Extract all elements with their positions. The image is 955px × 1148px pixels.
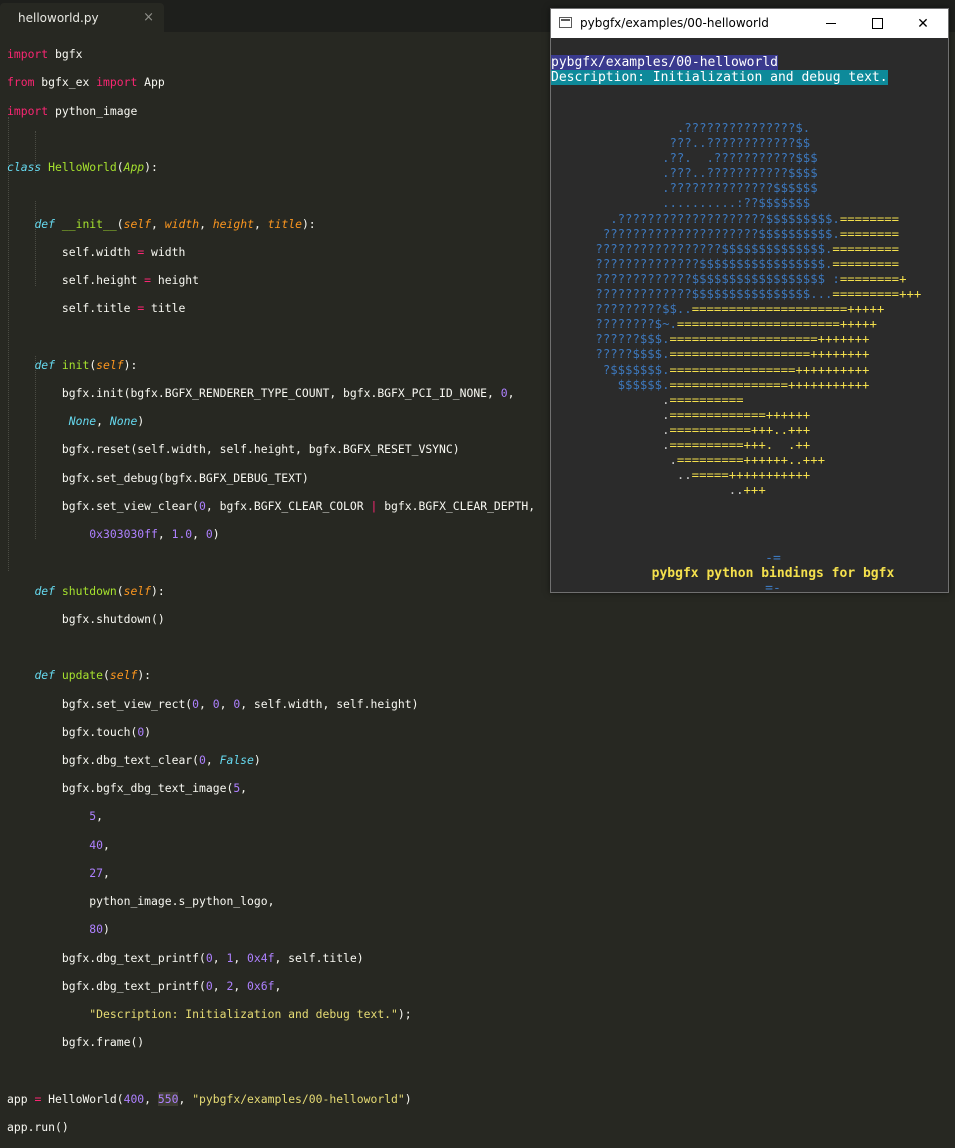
code-line-17: bgfx.set_view_clear(0, bgfx.BGFX_CLEAR_C… [7,498,536,513]
code-line-25: bgfx.touch(0) [7,724,152,739]
close-button[interactable]: ✕ [900,9,946,38]
code-line-35: "Description: Initialization and debug t… [89,1007,412,1022]
logo-row: ?????$$$$.===================++++++++ [595,347,870,362]
logo-row: .==========+++. .++ [662,437,811,452]
footer-right-deco: =- [765,581,781,597]
tab-helloworld-py[interactable]: helloworld.py × [0,3,164,32]
logo-row: .????????????????????$$$$$$$$$.======== [610,211,900,226]
code-line-33: bgfx.dbg_text_printf(0, 1, 0x4f, self.ti… [7,950,364,965]
logo-row: ?????????????$$$$$$$$$$$$$$$$...========… [595,287,922,302]
code-line-30: 27, [89,865,110,880]
logo-row: ..=====+++++++++++ [676,468,811,483]
code-editor[interactable]: import bgfx from bgfx_ex import App impo… [7,33,547,1134]
code-line-32: 80) [89,922,110,937]
logo-row: ??????$$$.====================+++++++ [595,332,870,347]
footer-left-deco: -= [765,551,781,567]
code-line-10: self.title = title [7,301,186,316]
code-line-34: bgfx.dbg_text_printf(0, 2, 0x6f, [7,978,282,993]
code-line-24: bgfx.set_view_rect(0, 0, 0, self.width, … [7,696,419,711]
window-title: pybgfx/examples/00-helloworld [580,16,769,30]
code-line-12: def init(self): [34,357,138,372]
logo-row: ?????????????????????$$$$$$$$$$.======== [602,226,900,241]
logo-row: ??????????????$$$$$$$$$$$$$$$$$.========… [595,256,900,271]
code-line-29: 40, [89,837,110,852]
code-line-14: None, None) [68,414,145,429]
code-line-15: bgfx.reset(self.width, self.height, bgfx… [7,442,460,457]
maximize-icon [871,18,883,29]
logo-row: .???..???????????$$$$ [662,166,818,181]
code-line-38: app = HelloWorld(400, 550, "pybgfx/examp… [7,1091,412,1106]
debug-title-text: pybgfx/examples/00-helloworld [551,55,778,70]
code-line-1: import bgfx [7,47,83,62]
logo-row: .========== [662,392,744,407]
code-line-3: import python_image [7,103,138,118]
logo-row: $$$$$$.================+++++++++++ [617,377,870,392]
minimize-button[interactable] [808,9,854,38]
logo-row: .??. .???????????$$$ [662,151,818,166]
logo-row: .=============++++++ [662,407,811,422]
code-line-39: app.run() [7,1120,69,1135]
code-line-13: bgfx.init(bgfx.BGFX_RENDERER_TYPE_COUNT,… [7,385,515,400]
logo-row: ???..????????????$$ [669,136,811,151]
code-line-16: bgfx.set_debug(bgfx.BGFX_DEBUG_TEXT) [7,470,309,485]
logo-row: ..+++ [728,483,766,498]
logo-row: .??????????????$$$$$$ [662,181,818,196]
code-line-9: self.height = height [7,273,200,287]
logo-row: .===========+++..+++ [662,422,811,437]
code-line-31: python_image.s_python_logo, [7,894,275,909]
maximize-button[interactable] [854,9,900,38]
code-line-18: 0x303030ff, 1.0, 0) [89,527,220,542]
logo-row: ?????????$$..=====================+++++ [595,302,885,317]
code-line-28: 5, [89,809,104,824]
code-line-2: from bgfx_ex import App [7,75,165,90]
debug-description-text: Description: Initialization and debug te… [551,70,888,85]
logo-row: ?????????????????$$$$$$$$$$$$$$.========… [595,241,900,256]
app-window[interactable]: pybgfx/examples/00-helloworld ✕ pybgfx/e… [550,8,949,596]
footer-text: pybgfx python bindings for bgfx [651,566,895,582]
close-icon: ✕ [917,15,929,32]
code-line-36: bgfx.frame() [7,1035,145,1050]
code-line-8: self.width = width [7,244,186,259]
code-line-7: def __init__(self, width, height, title)… [34,216,316,231]
close-icon[interactable]: × [143,11,154,24]
minimize-icon [826,23,836,24]
logo-row: ?$$$$$$$.=================++++++++++ [602,362,870,377]
logo-row: ?????????????$$$$$$$$$$$$$$$$$$ :=======… [595,271,907,286]
code-line-27: bgfx.bgfx_dbg_text_image(5, [7,781,248,796]
code-line-23: def update(self): [34,668,152,683]
window-titlebar[interactable]: pybgfx/examples/00-helloworld ✕ [551,9,948,38]
code-line-5: class HelloWorld(App): [7,160,158,175]
render-viewport[interactable]: pybgfx/examples/00-helloworld Descriptio… [551,38,948,596]
logo-row: .???????????????$. [676,121,811,135]
logo-row: ..........:??$$$$$$$ [662,196,811,211]
footer-banner: -= pybgfx python bindings for bgfx =- [551,536,948,611]
logo-row: ????????$~.======================+++++ [595,317,877,332]
code-line-21: bgfx.shutdown() [7,611,165,626]
tab-label: helloworld.py [18,10,99,25]
logo-row: .=========++++++..+++ [669,453,825,468]
code-line-26: bgfx.dbg_text_clear(0, False) [7,752,261,767]
python-logo-ascii: .???????????????$. ???..????????????$$ .… [551,121,948,498]
window-app-icon [559,17,572,28]
